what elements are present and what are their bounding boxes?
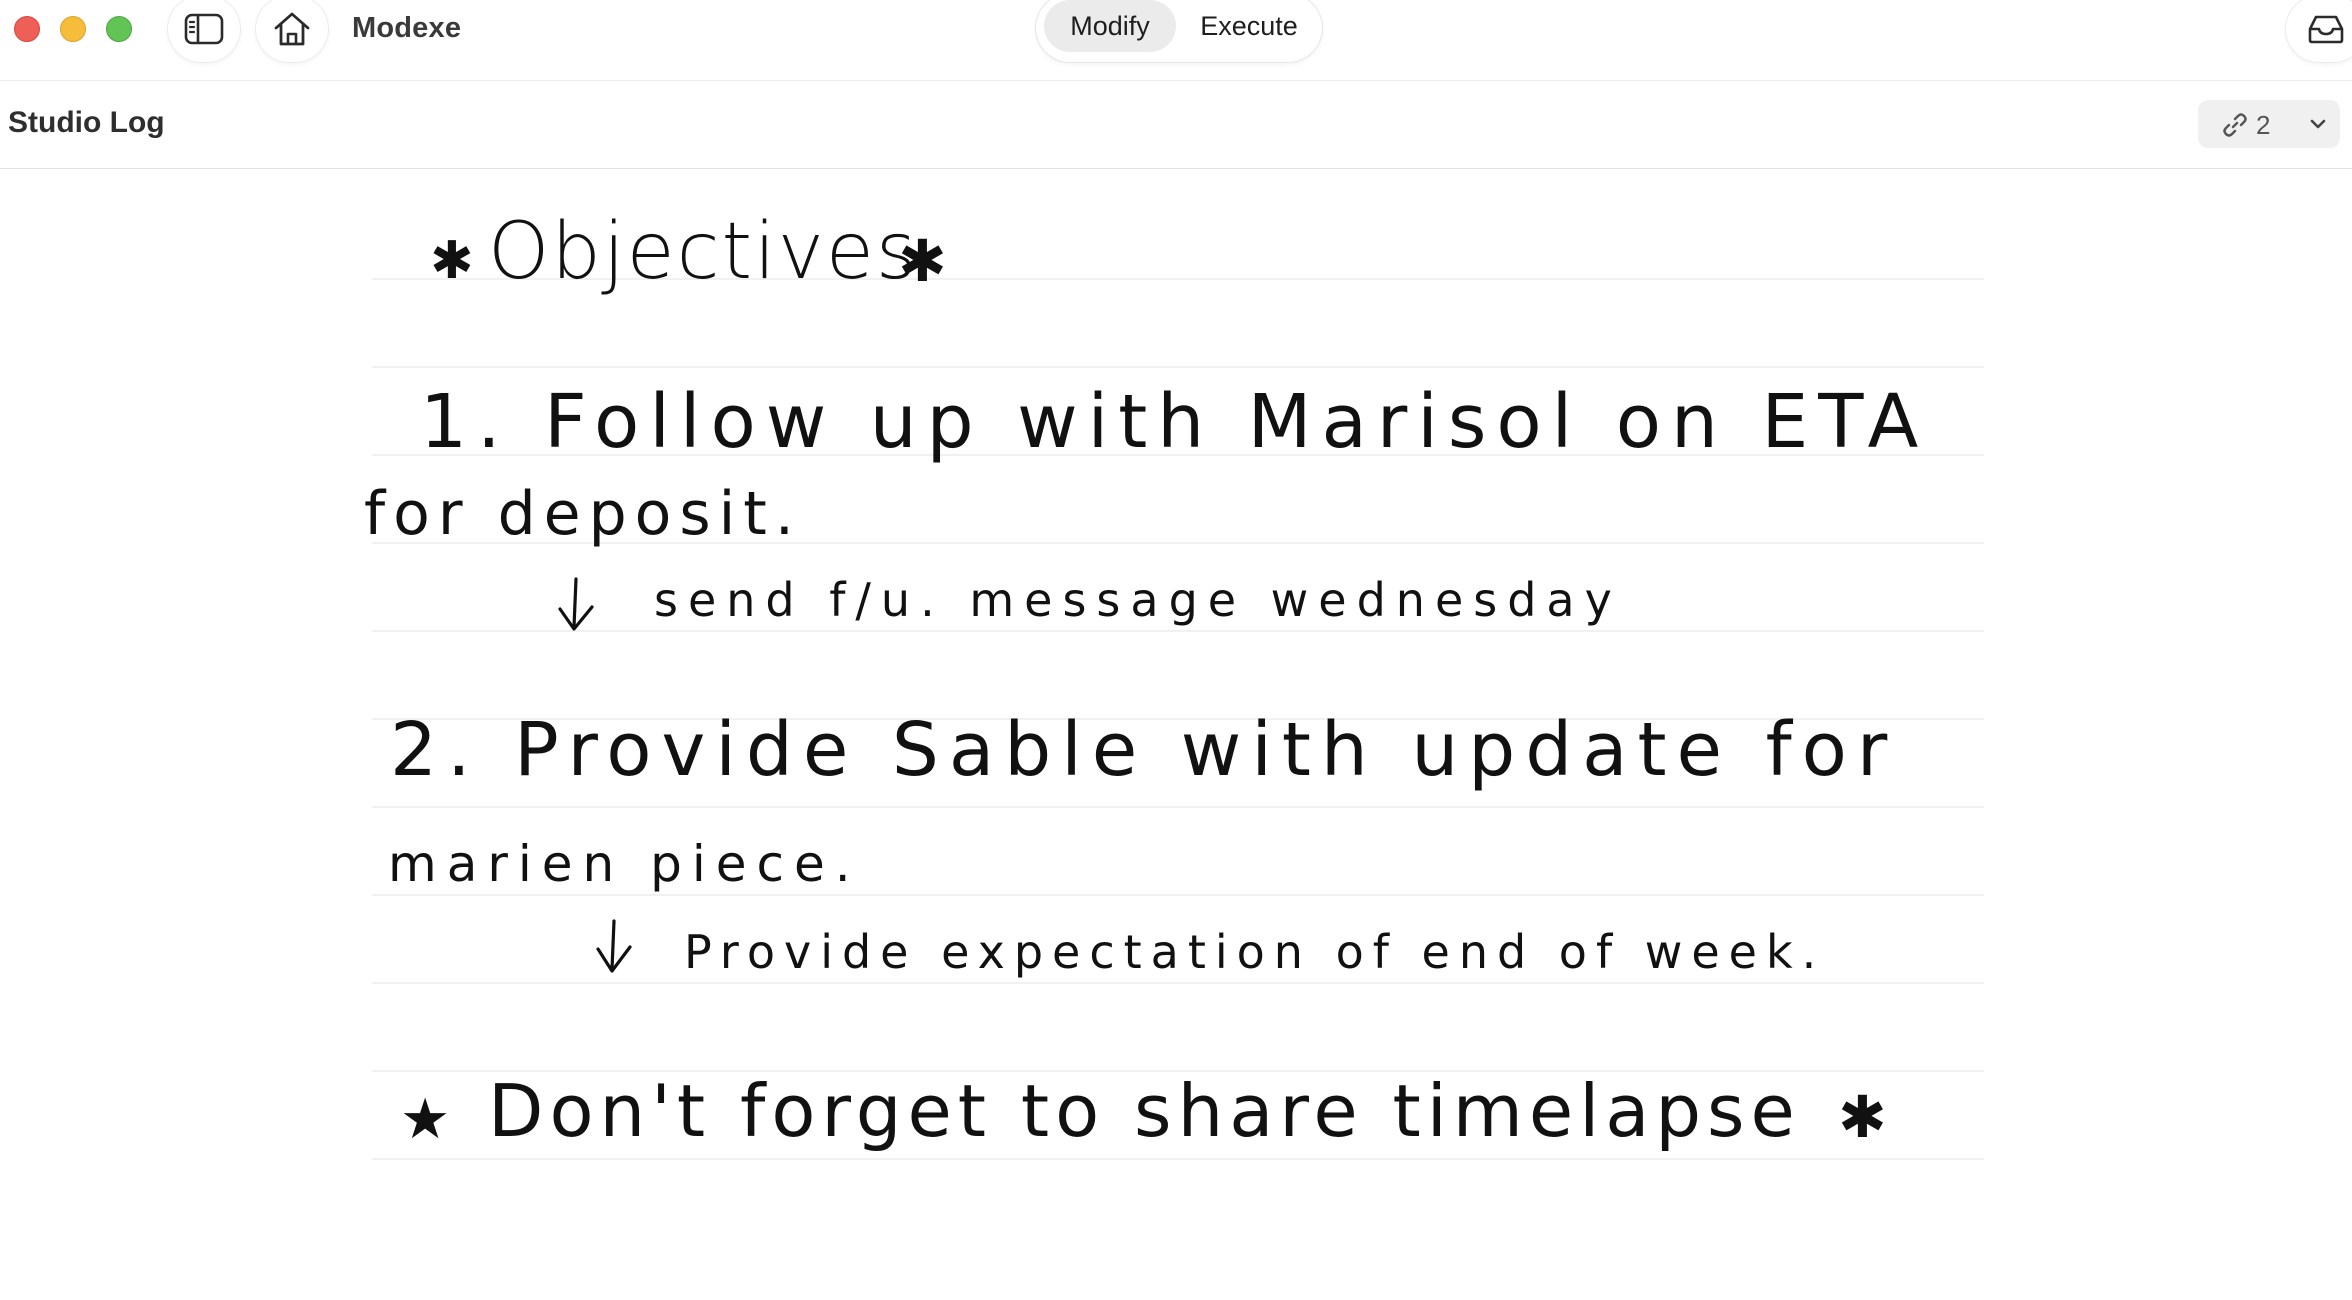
chevron-down-icon [2310,119,2326,129]
document-title[interactable]: Studio Log [8,106,165,140]
arrow-down-icon [558,577,594,631]
note-item-2-subtask: Provide expectation of end of week. [684,925,1826,979]
note-item-1-subtask: send f/u. message wednesday [654,573,1622,627]
window-minimize-button[interactable] [60,16,86,42]
document-header: Studio Log 2 [0,80,2352,169]
home-button[interactable] [256,0,328,62]
home-icon [274,12,310,46]
links-menu-button[interactable]: 2 [2198,100,2340,148]
note-item-1-line-2: for deposit. [364,479,802,549]
note-item-2-line-2: marien piece. [388,835,861,893]
window-close-button[interactable] [14,16,40,42]
note-reminder: Don't forget to share timelapse [488,1069,1801,1153]
links-count: 2 [2256,110,2271,140]
inbox-icon [2308,15,2344,44]
arrow-down-icon [596,919,632,973]
note-item-1-line-1: 1. Follow up with Marisol on ETA [420,379,1929,465]
star-icon: ★ [400,1087,451,1152]
star-icon: ✱ [430,231,474,291]
sidebar-toggle-icon [184,13,224,45]
star-icon: ✱ [1838,1083,1887,1151]
execute-mode-button[interactable]: Execute [1184,0,1314,52]
note-canvas[interactable]: ✱ Objectives ✱ 1. Follow up with Marisol… [0,169,2352,1300]
mode-switcher: Modify Execute [1036,0,1322,62]
note-item-2-line-1: 2. Provide Sable with update for [390,707,1898,793]
note-heading: Objectives [488,207,919,297]
window-zoom-button[interactable] [106,16,132,42]
app-window: Modexe Modify Execute Studio Log 2 ✱ Obj… [0,0,2352,1300]
modify-mode-button[interactable]: Modify [1044,0,1176,52]
title-bar: Modexe Modify Execute [0,0,2352,81]
app-title: Modexe [352,12,462,44]
link-icon [2223,113,2247,137]
inbox-button[interactable] [2286,0,2352,62]
star-icon: ✱ [898,227,947,295]
sidebar-toggle-button[interactable] [168,0,240,62]
